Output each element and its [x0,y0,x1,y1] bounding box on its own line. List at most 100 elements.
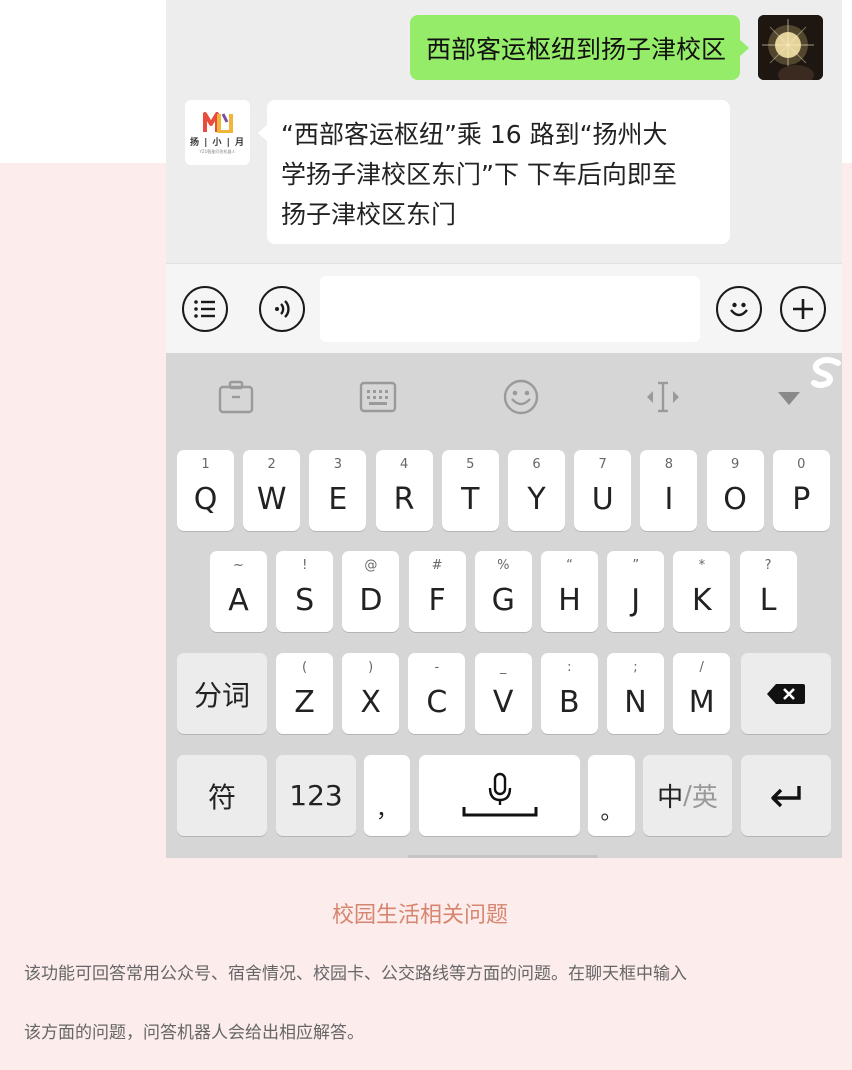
language-switch-key[interactable]: 中 / 英 [643,755,732,836]
cursor-icon[interactable] [643,377,683,417]
key-label: I [664,482,674,517]
key-o[interactable]: 9O [706,450,764,531]
key-w[interactable]: 2W [243,450,301,531]
enter-key[interactable] [741,755,831,836]
key-label: J [631,583,641,618]
key-a[interactable]: ~ A [210,551,267,632]
bot-message-line: 扬子津校区东门 [281,200,457,229]
key-i[interactable]: 8I [640,450,698,531]
message-input[interactable] [320,276,700,342]
period-key-label: 。 [600,800,623,825]
key-label: X [360,685,381,720]
message-input-bar [166,263,842,353]
key-n[interactable]: ; N [607,653,664,734]
clipboard-icon[interactable] [216,377,256,417]
numbers-key-label: 123 [289,779,343,812]
key-hint: * [698,558,706,573]
key-h[interactable]: “H [541,551,598,632]
key-label: D [359,583,383,618]
list-icon [194,300,215,318]
key-f[interactable]: # F [408,551,466,632]
user-message-bubble[interactable]: 西部客运枢纽到扬子津校区 [409,15,750,80]
plus-icon [793,299,813,319]
key-y[interactable]: 6Y [508,450,565,531]
key-hint: 2 [267,457,276,472]
segment-key[interactable]: 分词 [177,653,267,734]
key-hint: 6 [532,457,541,472]
keyboard-toolbar [166,353,842,438]
key-label: K [692,583,712,618]
key-j[interactable]: ” J [607,551,665,632]
phone-screenshot: 西部客运枢纽到扬子津校区 扬 | 小 | 月 YZU智能问答机器人 “西部客运枢… [166,0,842,858]
key-m[interactable]: / M [673,653,731,734]
key-z[interactable]: (Z [276,653,333,734]
key-label: Y [527,482,546,517]
key-label: L [759,583,777,618]
key-hint: 3 [333,457,343,472]
space-voice-key[interactable] [419,755,580,836]
more-plus-button[interactable] [780,286,826,332]
key-d[interactable]: @ D [342,551,400,632]
key-r[interactable]: 4R [375,450,433,531]
bot-message-bubble[interactable]: “西部客运枢纽”乘 16 路到“扬州大 学扬子津校区东门”下 下车后向即至 扬子… [258,100,730,244]
period-key[interactable]: 。 [588,755,635,836]
key-label: O [723,482,747,517]
numbers-key[interactable]: 123 [276,755,356,836]
key-hint: ? [764,558,772,573]
key-hint: 9 [730,457,740,472]
key-v[interactable]: _ V [474,653,532,734]
voice-input-button[interactable] [259,286,305,332]
key-s[interactable]: ! S [276,551,334,632]
key-label: W [256,482,287,517]
user-avatar[interactable] [758,15,823,80]
comma-key-label: ， [375,798,398,823]
key-hint: 7 [598,457,607,472]
key-t[interactable]: 5T [441,450,499,531]
keyboard-emoji-icon[interactable] [501,377,541,417]
key-c[interactable]: -C [408,653,466,734]
key-b[interactable]: :B [540,653,598,734]
key-hint: # [431,558,443,573]
key-hint: ) [368,660,374,675]
key-hint: : [567,660,572,675]
backspace-key[interactable] [741,653,831,734]
chat-area: 西部客运枢纽到扬子津校区 扬 | 小 | 月 YZU智能问答机器人 “西部客运枢… [166,0,842,263]
comma-key[interactable]: ， [364,755,410,836]
key-hint: - [434,660,440,675]
collapse-icon[interactable] [769,377,809,417]
lang-zh-label: 中 [657,783,684,813]
key-hint: 8 [664,457,674,472]
microphone-icon [462,772,537,816]
bot-avatar[interactable]: 扬 | 小 | 月 YZU智能问答机器人 [185,100,250,165]
key-hint: ; [633,660,638,675]
key-g[interactable]: % G [474,551,532,632]
symbols-key[interactable]: 符 [177,755,267,836]
key-hint: 5 [466,457,475,472]
key-u[interactable]: 7U [574,450,632,531]
key-q[interactable]: 1Q [177,450,234,531]
keyboard-icon[interactable] [358,377,398,417]
key-label: T [461,482,480,517]
key-label: G [491,583,515,618]
segment-key-label: 分词 [193,678,250,712]
menu-list-button[interactable] [182,286,228,332]
emoji-icon [730,302,748,317]
key-x[interactable]: ) X [342,653,400,734]
bot-logo-caption: 扬 | 小 | 月 [189,137,246,148]
key-l[interactable]: ? L [739,551,797,632]
key-label: A [228,583,249,618]
emoji-button[interactable] [716,286,762,332]
description-line: 该功能可回答常用公众号、宿舍情况、校园卡、公交路线等方面的问题。在聊天框中输入 [24,964,687,984]
key-k[interactable]: * K [673,551,731,632]
backspace-icon [767,683,805,704]
key-label: S [295,583,315,618]
key-hint: % [497,558,510,573]
key-label: U [591,482,614,517]
key-label: H [558,583,581,618]
key-e[interactable]: 3E [309,450,367,531]
key-p[interactable]: 0P [772,450,830,531]
description-line: 该方面的问题，问答机器人会给出相应解答。 [24,1023,364,1043]
user-message-text: 西部客运枢纽到扬子津校区 [425,34,726,64]
bot-logo-subtitle: YZU智能问答机器人 [199,148,236,154]
key-hint: 4 [399,457,409,472]
